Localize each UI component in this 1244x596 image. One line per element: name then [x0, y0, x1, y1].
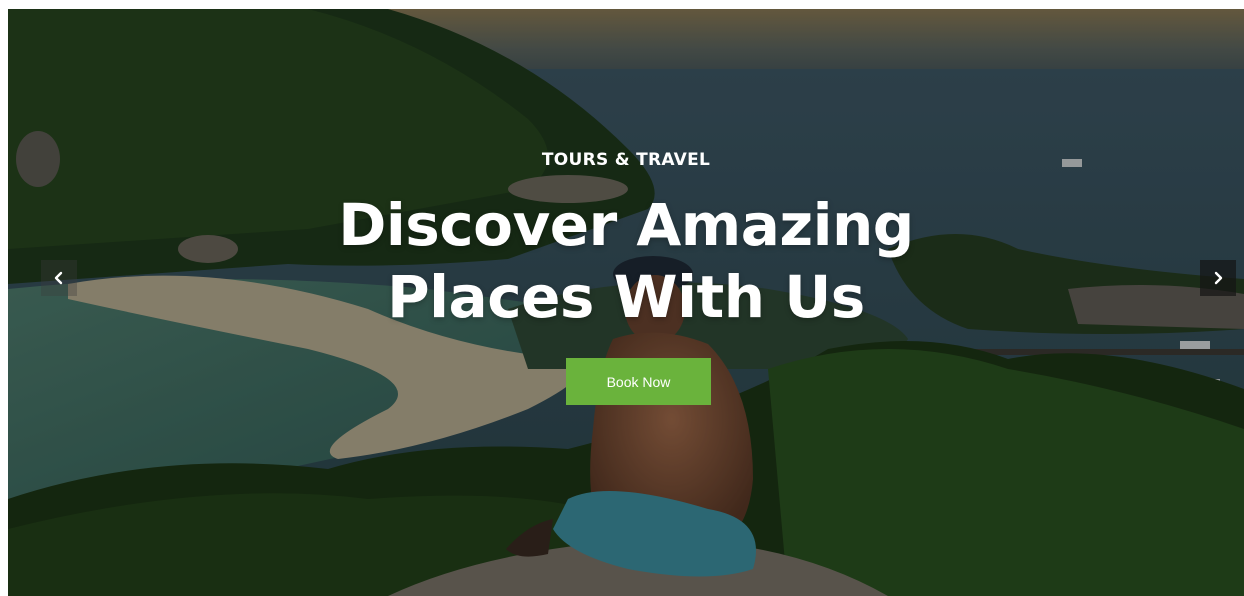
- book-now-button[interactable]: Book Now: [566, 358, 711, 405]
- hero-headline: Discover Amazing Places With Us: [8, 189, 1244, 333]
- hero-headline-line2: Places With Us: [387, 263, 865, 331]
- chevron-right-icon: [1214, 271, 1223, 285]
- slider-next-button[interactable]: [1200, 260, 1236, 296]
- slider-prev-button[interactable]: [41, 260, 77, 296]
- hero-subtitle: TOURS & TRAVEL: [541, 150, 711, 170]
- hero-headline-line1: Discover Amazing: [338, 191, 914, 259]
- hero-slider: TOURS & TRAVEL Discover Amazing Places W…: [8, 9, 1244, 596]
- chevron-left-icon: [54, 271, 63, 285]
- hero-content: TOURS & TRAVEL Discover Amazing Places W…: [8, 9, 1244, 596]
